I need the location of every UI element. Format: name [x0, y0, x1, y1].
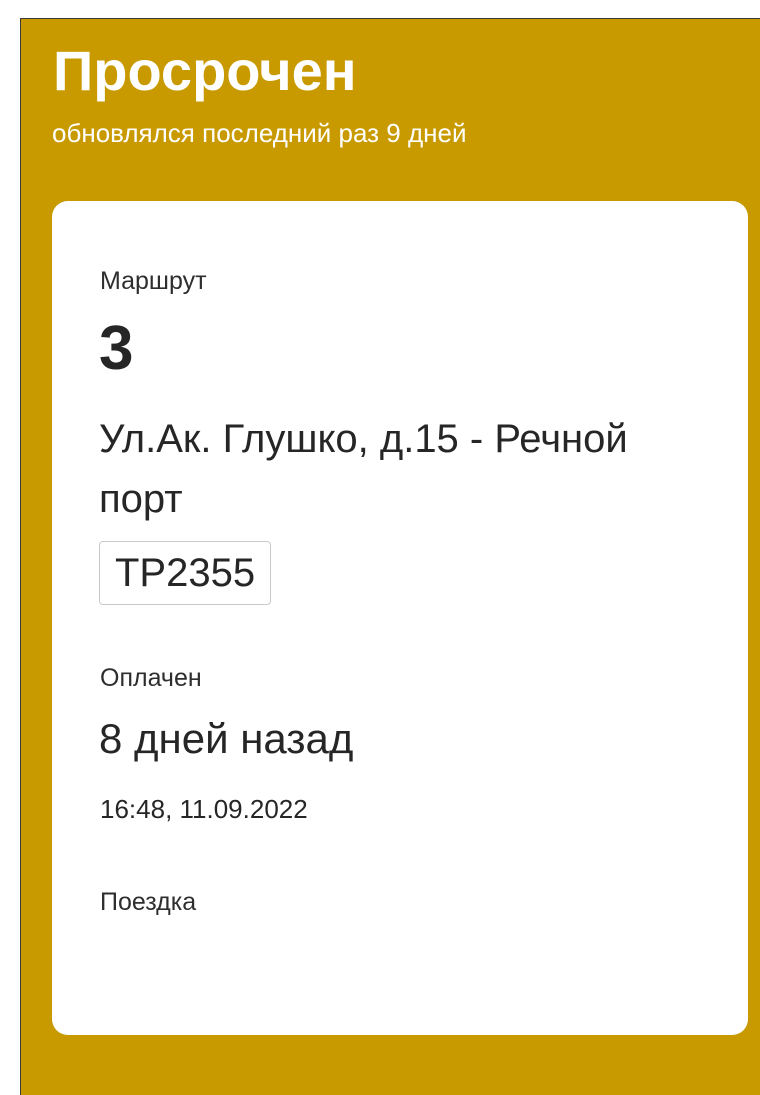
status-subtitle: обновлялся последний раз 9 дней: [52, 118, 467, 148]
expired-ticket-panel: Просрочен обновлялся последний раз 9 дне…: [20, 18, 760, 1095]
route-name: Ул.Ак. Глушко, д.15 - Речной порт: [99, 417, 628, 521]
route-label: Маршрут: [100, 267, 207, 295]
vehicle-number-badge: ТР2355: [99, 541, 272, 605]
paid-label: Оплачен: [100, 664, 202, 692]
paid-relative-time: 8 дней назад: [99, 715, 354, 762]
route-number: 3: [99, 314, 134, 383]
status-title: Просрочен: [53, 39, 357, 102]
trip-label: Поездка: [100, 888, 197, 916]
paid-datetime: 16:48, 11.09.2022: [100, 794, 308, 824]
app-screen: Просрочен обновлялся последний раз 9 дне…: [0, 0, 760, 1095]
ticket-card: Маршрут 3 Ул.Ак. Глушко, д.15 - Речной п…: [52, 201, 748, 1035]
